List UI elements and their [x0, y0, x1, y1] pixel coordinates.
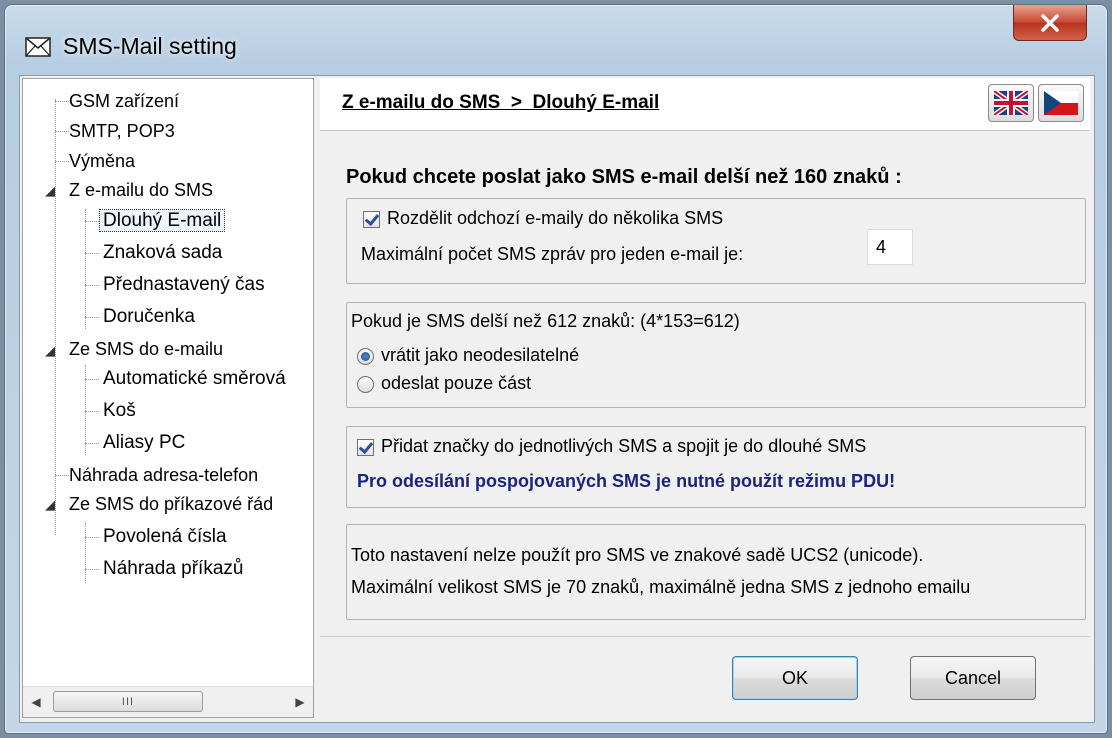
max-sms-input[interactable]: 4	[867, 229, 913, 265]
collapse-arrow-icon[interactable]: ◢	[45, 497, 55, 513]
split-checkbox[interactable]	[363, 211, 380, 228]
ucs2-info-group: Toto nastavení nelze použít pro SMS ve z…	[346, 524, 1086, 620]
close-button[interactable]	[1013, 5, 1087, 41]
ok-button[interactable]: OK	[732, 656, 858, 700]
tree-item-delivery-report[interactable]: Doručenka	[103, 303, 195, 331]
title-bar[interactable]: SMS-Mail setting	[5, 5, 1107, 77]
tree-item-auto-routing[interactable]: Automatické směrová	[103, 365, 286, 393]
pdu-warning: Pro odesílání pospojovaných SMS je nutné…	[357, 471, 896, 491]
settings-tree: GSM zařízení SMTP, POP3 Výměna ◢ Z e-mai…	[22, 78, 314, 718]
client-area: GSM zařízení SMTP, POP3 Výměna ◢ Z e-mai…	[19, 75, 1095, 723]
tree-item-address-phone[interactable]: Náhrada adresa-telefon	[69, 461, 258, 489]
footer-divider	[320, 636, 1090, 637]
window-title: SMS-Mail setting	[63, 33, 237, 59]
tree-item-vymena[interactable]: Výměna	[69, 147, 135, 175]
tags-group: Přidat značky do jednotlivých SMS a spoj…	[346, 426, 1086, 508]
ucs2-line-1: Toto nastavení nelze použít pro SMS ve z…	[351, 545, 924, 565]
section-heading: Pokud chcete poslat jako SMS e-mail delš…	[346, 166, 902, 188]
split-checkbox-label: Rozdělit odchozí e-maily do několika SMS	[387, 208, 724, 228]
tree-item-sms-to-email[interactable]: Ze SMS do e-mailu	[69, 335, 223, 363]
envelope-icon	[25, 37, 51, 57]
partial-radio[interactable]	[357, 376, 374, 393]
cz-flag-button[interactable]	[1038, 84, 1084, 122]
close-icon	[1041, 13, 1059, 32]
scroll-thumb[interactable]: III	[53, 691, 203, 712]
max-sms-label: Maximální počet SMS zpráv pro jeden e-ma…	[361, 244, 744, 264]
uk-flag-button[interactable]	[988, 84, 1034, 122]
tree-item-long-email[interactable]: Dlouhý E-mail	[99, 207, 226, 235]
tree-item-command-replace[interactable]: Náhrada příkazů	[103, 555, 243, 583]
horizontal-scrollbar[interactable]: ◀ III ▶	[23, 686, 313, 717]
ucs2-line-2: Maximální velikost SMS je 70 znaků, maxi…	[351, 577, 971, 597]
long-sms-group: Pokud je SMS delší než 612 znaků: (4*153…	[346, 302, 1086, 408]
cz-flag-icon	[1044, 91, 1078, 115]
settings-window: SMS-Mail setting GSM zařízení SMTP, POP3…	[4, 4, 1108, 734]
tags-checkbox[interactable]	[357, 439, 374, 456]
tree-item-trash[interactable]: Koš	[103, 397, 136, 425]
tree-item-charset[interactable]: Znaková sada	[103, 239, 222, 267]
partial-radio-label: odeslat pouze část	[381, 373, 532, 393]
scroll-right-icon[interactable]: ▶	[287, 687, 313, 717]
collapse-arrow-icon[interactable]: ◢	[45, 183, 55, 199]
tree-item-preset-time[interactable]: Přednastavený čas	[103, 271, 265, 299]
tree-item-sms-to-command[interactable]: Ze SMS do příkazové řád	[69, 490, 273, 518]
tree-item-allowed-numbers[interactable]: Povolená čísla	[103, 523, 227, 551]
tree-item-gsm[interactable]: GSM zařízení	[69, 87, 179, 115]
return-radio-label: vrátit jako neodesilatelné	[381, 345, 580, 365]
tree-item-pc-aliases[interactable]: Aliasy PC	[103, 429, 185, 457]
tree-item-smtp[interactable]: SMTP, POP3	[69, 117, 175, 145]
settings-panel: Z e-mailu do SMS > Dlouhý E-mail Pokud c…	[320, 78, 1090, 718]
scroll-left-icon[interactable]: ◀	[23, 687, 49, 717]
return-radio[interactable]	[357, 348, 374, 365]
panel-header: Z e-mailu do SMS > Dlouhý E-mail	[320, 78, 1090, 131]
split-group: Rozdělit odchozí e-maily do několika SMS…	[346, 198, 1086, 284]
cancel-button[interactable]: Cancel	[910, 656, 1036, 700]
tree-item-email-to-sms[interactable]: Z e-mailu do SMS	[69, 176, 213, 204]
tags-checkbox-label: Přidat značky do jednotlivých SMS a spoj…	[381, 436, 867, 456]
long-sms-text: Pokud je SMS delší než 612 znaků: (4*153…	[351, 311, 740, 331]
collapse-arrow-icon[interactable]: ◢	[45, 343, 55, 359]
uk-flag-icon	[994, 91, 1028, 115]
breadcrumb: Z e-mailu do SMS > Dlouhý E-mail	[342, 92, 660, 113]
